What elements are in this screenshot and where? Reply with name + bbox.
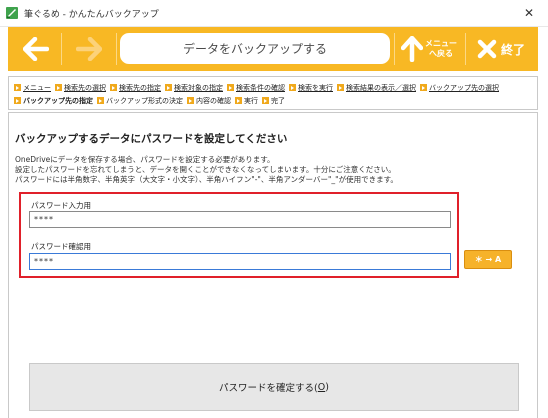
breadcrumb-item[interactable]: 検索を実行 <box>289 83 333 93</box>
password-confirm-input[interactable]: **** <box>29 253 451 270</box>
breadcrumb-item: バックアップ形式の決定 <box>97 96 183 106</box>
breadcrumb-label: 実行 <box>244 96 258 105</box>
arrow-right-icon <box>76 37 102 61</box>
breadcrumb-label: 検索対象の指定 <box>174 83 223 92</box>
confirm-password-button[interactable]: パスワードを確定する(O) <box>29 363 519 411</box>
breadcrumb-label: 検索先の指定 <box>119 83 161 92</box>
toolbar-separator <box>61 33 62 65</box>
password-input[interactable]: **** <box>29 211 451 228</box>
breadcrumb-label: バックアップ先の指定 <box>23 96 93 105</box>
breadcrumb-label: バックアップ先の選択 <box>429 83 499 92</box>
forward-button <box>64 31 114 67</box>
breadcrumb-arrow-icon <box>14 84 21 91</box>
breadcrumb-arrow-icon <box>14 97 21 104</box>
breadcrumb-arrow-icon <box>165 84 172 91</box>
breadcrumb-item[interactable]: 検索先の指定 <box>110 83 161 93</box>
breadcrumb: メニュー 検索先の選択 検索先の指定 検索対象の指定 検索条件の確認 検索を実行 検索結果の… <box>8 76 538 110</box>
breadcrumb-item[interactable]: 検索結果の表示／選択 <box>337 83 416 93</box>
app-icon <box>6 7 18 19</box>
confirm-button-label: パスワードを確定する( <box>219 383 318 394</box>
breadcrumb-item[interactable]: メニュー <box>14 83 51 93</box>
back-to-menu-button[interactable]: メニュー へ戻る <box>396 31 462 67</box>
breadcrumb-arrow-icon <box>289 84 296 91</box>
breadcrumb-label: 検索を実行 <box>298 83 333 92</box>
window-title: 筆ぐるめ - かんたんバックアップ <box>24 10 159 20</box>
description-line: パスワードには半角数字、半角英字（大文字・小文字）、半角ハイフン"-"、半角アン… <box>15 175 398 184</box>
breadcrumb-item: 内容の確認 <box>187 96 231 106</box>
breadcrumb-arrow-icon <box>337 84 344 91</box>
show-password-button[interactable]: ＊ → A <box>464 250 512 269</box>
close-icon <box>477 39 497 59</box>
breadcrumb-item[interactable]: 検索条件の確認 <box>227 83 285 93</box>
breadcrumb-arrow-icon <box>55 84 62 91</box>
breadcrumb-arrow-icon <box>97 97 104 104</box>
password-highlight-frame: パスワード入力用 **** パスワード確認用 **** <box>19 192 459 278</box>
breadcrumb-label: 内容の確認 <box>196 96 231 105</box>
confirm-button-mnemonic: O <box>317 381 326 393</box>
breadcrumb-label: メニュー <box>23 83 51 92</box>
exit-button[interactable]: 終了 <box>468 31 534 67</box>
breadcrumb-label: 完了 <box>271 96 285 105</box>
breadcrumb-item: 完了 <box>262 96 285 106</box>
breadcrumb-row: バックアップ先の指定 バックアップ形式の決定 内容の確認 実行 完了 <box>14 94 533 107</box>
breadcrumb-label: 検索結果の表示／選択 <box>346 83 416 92</box>
breadcrumb-row: メニュー 検索先の選択 検索先の指定 検索対象の指定 検索条件の確認 検索を実行 検索結果の… <box>14 81 533 94</box>
password-label: パスワード入力用 <box>31 201 91 210</box>
back-button[interactable] <box>14 31 58 67</box>
toolbar-separator <box>116 33 117 65</box>
confirm-button-close: ) <box>325 381 329 393</box>
breadcrumb-item: 実行 <box>235 96 258 106</box>
breadcrumb-arrow-icon <box>235 97 242 104</box>
toolbar: データをバックアップする メニュー へ戻る 終了 <box>8 27 538 71</box>
breadcrumb-arrow-icon <box>110 84 117 91</box>
breadcrumb-item: バックアップ先の指定 <box>14 96 93 106</box>
arrow-left-icon <box>23 37 49 61</box>
toolbar-separator <box>394 33 395 65</box>
breadcrumb-arrow-icon <box>227 84 234 91</box>
title-bar: 筆ぐるめ - かんたんバックアップ ✕ <box>0 0 548 27</box>
breadcrumb-item[interactable]: 検索対象の指定 <box>165 83 223 93</box>
breadcrumb-arrow-icon <box>420 84 427 91</box>
toolbar-separator <box>465 33 466 65</box>
page-title: データをバックアップする <box>120 33 390 64</box>
breadcrumb-item[interactable]: 検索先の選択 <box>55 83 106 93</box>
arrow-up-icon <box>401 36 423 62</box>
menu-label-line2: へ戻る <box>429 49 453 58</box>
exit-label: 終了 <box>500 42 525 57</box>
menu-label-line1: メニュー <box>425 39 457 48</box>
breadcrumb-label: バックアップ形式の決定 <box>106 96 183 105</box>
breadcrumb-item[interactable]: バックアップ先の選択 <box>420 83 499 93</box>
main-panel: バックアップするデータにパスワードを設定してください OneDriveにデータを… <box>8 112 538 418</box>
breadcrumb-arrow-icon <box>187 97 194 104</box>
window-close-button[interactable]: ✕ <box>518 3 540 23</box>
password-confirm-label: パスワード確認用 <box>31 242 91 251</box>
section-heading: バックアップするデータにパスワードを設定してください <box>15 133 288 145</box>
breadcrumb-label: 検索先の選択 <box>64 83 106 92</box>
breadcrumb-label: 検索条件の確認 <box>236 83 285 92</box>
breadcrumb-arrow-icon <box>262 97 269 104</box>
